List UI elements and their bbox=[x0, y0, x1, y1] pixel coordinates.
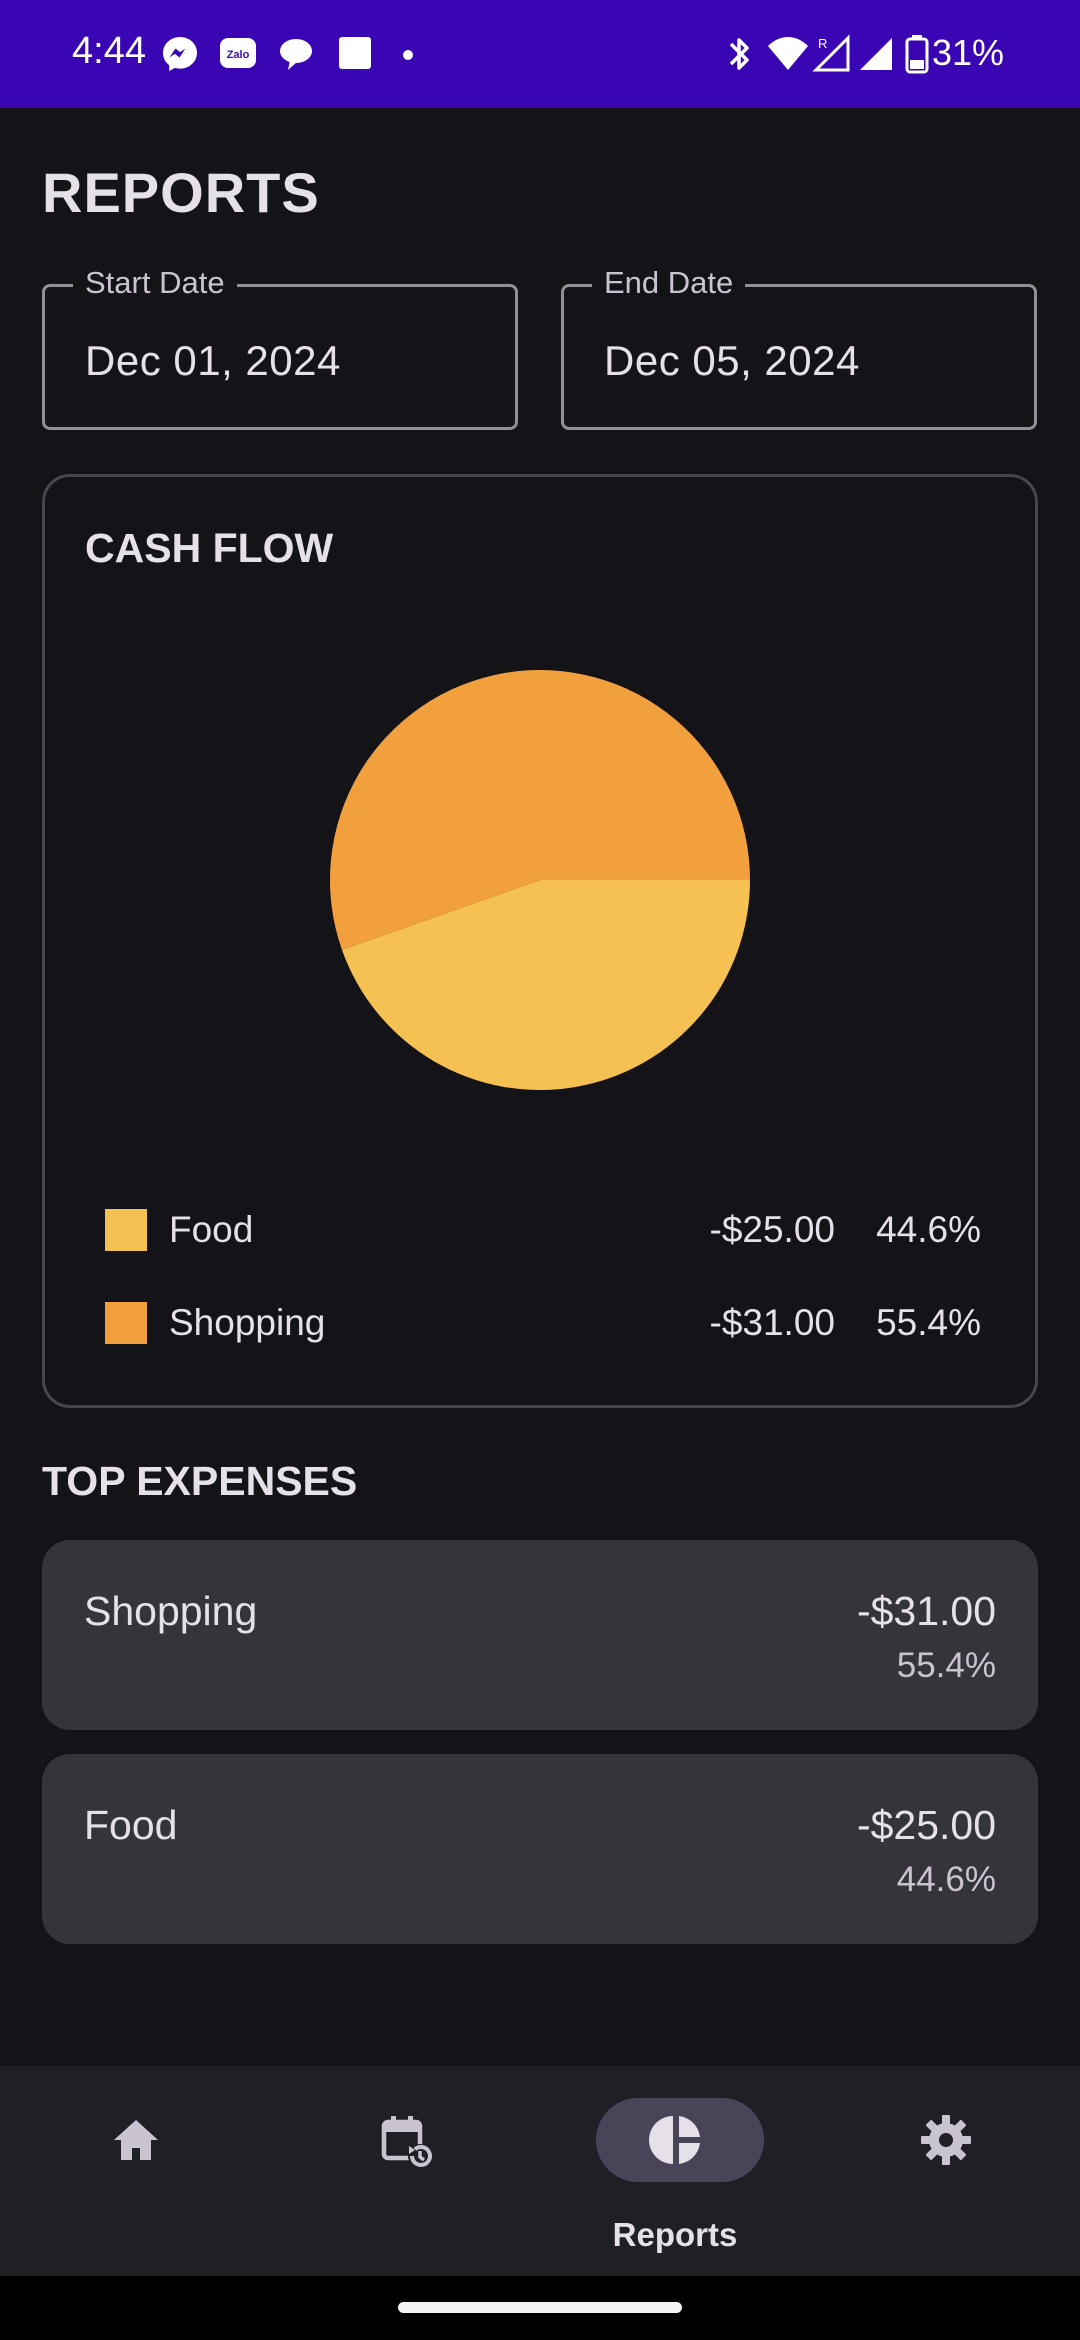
legend-swatch-shopping bbox=[105, 1302, 147, 1344]
bottom-navigation: Reports bbox=[0, 2066, 1080, 2276]
start-date-field[interactable]: Start Date Dec 01, 2024 bbox=[42, 265, 518, 430]
legend-amount: -$25.00 bbox=[709, 1209, 836, 1250]
nav-reports[interactable]: Reports bbox=[540, 2066, 810, 2276]
expense-amount: -$31.00 bbox=[856, 1588, 996, 1634]
end-date-field[interactable]: End Date Dec 05, 2024 bbox=[561, 265, 1037, 430]
home-icon bbox=[114, 2120, 158, 2160]
gesture-bar-area bbox=[0, 2276, 1080, 2340]
svg-text:R: R bbox=[818, 36, 827, 51]
top-expenses-title: TOP EXPENSES bbox=[42, 1458, 358, 1504]
start-date-value: Dec 01, 2024 bbox=[85, 337, 341, 384]
legend-row-food: Food -$25.00 44.6% bbox=[105, 1199, 981, 1259]
nav-history[interactable] bbox=[270, 2066, 540, 2276]
dot-icon bbox=[402, 48, 414, 66]
legend-row-shopping: Shopping -$31.00 55.4% bbox=[105, 1292, 981, 1352]
battery-percentage: 31% bbox=[931, 32, 1004, 73]
expense-card-shopping[interactable]: Shopping -$31.00 55.4% bbox=[42, 1540, 1038, 1730]
legend-swatch-food bbox=[105, 1209, 147, 1251]
legend-amount: -$31.00 bbox=[709, 1302, 836, 1343]
cash-flow-title: CASH FLOW bbox=[85, 525, 334, 571]
page-title: REPORTS bbox=[42, 161, 320, 224]
messenger-icon bbox=[160, 34, 200, 79]
expense-amount: -$25.00 bbox=[856, 1802, 996, 1848]
status-time: 4:44 bbox=[72, 30, 146, 72]
end-date-label: End Date bbox=[592, 265, 746, 301]
svg-text:Zalo: Zalo bbox=[227, 49, 250, 61]
expense-percent: 44.6% bbox=[896, 1860, 996, 1899]
legend-name: Shopping bbox=[169, 1302, 326, 1343]
bluetooth-icon bbox=[722, 34, 756, 79]
expense-percent: 55.4% bbox=[896, 1646, 996, 1685]
settings-gear-icon bbox=[921, 2115, 971, 2165]
expense-name: Food bbox=[84, 1802, 178, 1848]
legend-name: Food bbox=[169, 1209, 254, 1250]
reports-pie-icon bbox=[649, 2116, 700, 2164]
legend-percent: 55.4% bbox=[876, 1302, 981, 1343]
square-app-icon bbox=[336, 34, 374, 77]
nav-label-reports: Reports bbox=[612, 2216, 738, 2253]
cash-flow-card: CASH FLOW Food -$25.00 44.6% Shopping -$… bbox=[42, 474, 1038, 1408]
legend-percent: 44.6% bbox=[876, 1209, 981, 1250]
nav-settings[interactable] bbox=[810, 2066, 1080, 2276]
start-date-label: Start Date bbox=[73, 265, 237, 301]
expense-name: Shopping bbox=[84, 1588, 258, 1634]
end-date-value: Dec 05, 2024 bbox=[604, 337, 860, 384]
status-bar: 4:44 Zalo R 31% bbox=[0, 0, 1080, 108]
signal-roaming-icon: R bbox=[812, 34, 852, 79]
nav-home[interactable] bbox=[0, 2066, 270, 2276]
chat-bubble-icon bbox=[276, 34, 316, 79]
wifi-icon bbox=[766, 34, 810, 79]
cash-flow-pie-chart[interactable] bbox=[327, 667, 753, 1093]
gesture-handle[interactable] bbox=[398, 2302, 682, 2313]
battery-icon bbox=[904, 34, 930, 79]
calendar-history-icon bbox=[381, 2116, 432, 2168]
zalo-icon: Zalo bbox=[218, 34, 258, 79]
expense-card-food[interactable]: Food -$25.00 44.6% bbox=[42, 1754, 1038, 1944]
signal-icon bbox=[856, 34, 896, 79]
